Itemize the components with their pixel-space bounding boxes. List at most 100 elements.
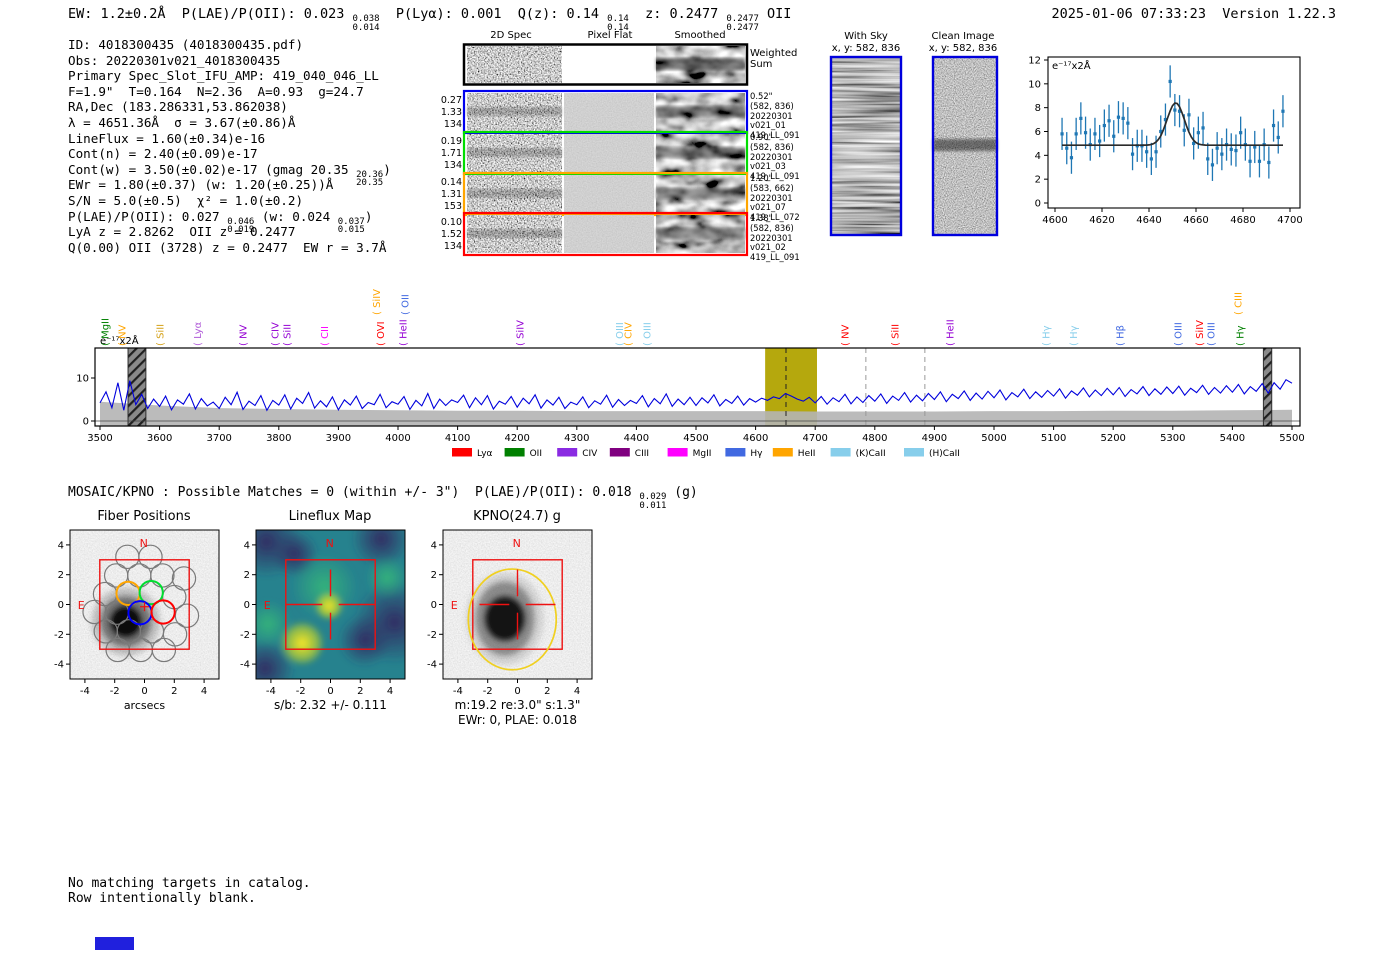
svg-text:m:19.2 re:3.0" s:1.3": m:19.2 re:3.0" s:1.3" (455, 698, 581, 712)
svg-text:4: 4 (387, 686, 393, 697)
info-line: RA,Dec (183.286331,53.862038) (68, 99, 288, 115)
svg-text:-2: -2 (240, 630, 250, 641)
svg-text:4700: 4700 (802, 433, 827, 444)
svg-text:HeII: HeII (798, 449, 816, 459)
kpno-image-plot: NE-4-4-2-2002244m:19.2 re:3.0" s:1.3"EWr… (427, 529, 593, 727)
svg-text:-2: -2 (110, 686, 120, 697)
lineflux-map-plot: NE-4-4-2-2002244s/b: 2.32 +/- 0.111 (240, 529, 406, 712)
svg-text:-2: -2 (54, 630, 64, 641)
svg-text:N: N (513, 537, 521, 550)
svg-text:10: 10 (1028, 79, 1041, 90)
svg-text:0: 0 (141, 686, 147, 697)
svg-text:0: 0 (83, 417, 89, 428)
svg-text:( OVI: ( OVI (376, 321, 387, 346)
info-line: EWr = 1.80(±0.37) (w: 1.20(±0.25))Å (68, 177, 334, 193)
svg-text:OII: OII (530, 449, 542, 459)
full-spectrum-plot: 3500 3600 3700 3800 3900 4000 4100 4200 4300 4400… (76, 289, 1304, 459)
svg-text:( NV: ( NV (239, 324, 250, 346)
svg-text:0: 0 (1035, 199, 1041, 210)
svg-text:3900: 3900 (326, 433, 351, 444)
svg-text:arcsecs: arcsecs (124, 699, 166, 712)
info-line: P(LAE)/P(OII): 0.027 0.046 0.019 (w: 0.02… (68, 208, 373, 236)
stacked-uncertainty: 0.037 0.015 (337, 216, 365, 236)
svg-text:4: 4 (574, 686, 580, 697)
footer-blue-bar (95, 937, 134, 950)
cutout-row-left-stats: 0.10 1.52 134 (440, 217, 462, 252)
svg-text:( Hγ: ( Hγ (1069, 325, 1080, 346)
svg-text:-4: -4 (266, 686, 276, 697)
svg-text:0: 0 (244, 600, 250, 611)
svg-text:2: 2 (357, 686, 363, 697)
timestamp-version: 2025-01-06 07:33:23 Version 1.22.3 (1051, 6, 1336, 22)
info-line: ID: 4018300435 (4018300435.pdf) (68, 37, 304, 52)
svg-text:4900: 4900 (922, 433, 947, 444)
svg-text:2: 2 (544, 686, 550, 697)
info-line: λ = 4651.36Å σ = 3.67(±0.86)Å (68, 114, 296, 130)
svg-text:0: 0 (58, 600, 64, 611)
svg-text:3700: 3700 (206, 433, 231, 444)
info-line: Q(0.00) OII (3728) z = 0.2477 EW r = 3.7… (68, 239, 387, 255)
svg-text:4600: 4600 (1042, 215, 1067, 226)
svg-text:6: 6 (1035, 127, 1041, 138)
svg-text:3500: 3500 (87, 433, 112, 444)
svg-text:(H)CaII: (H)CaII (929, 449, 960, 459)
svg-text:12: 12 (1028, 55, 1041, 66)
svg-text:5100: 5100 (1041, 433, 1066, 444)
footer-line-1: No matching targets in catalog. (68, 876, 311, 891)
svg-text:5200: 5200 (1100, 433, 1125, 444)
fiber-positions-plot: N E -4 -4 -2 -2 0 0 2 2 4 4 arcsecs (54, 529, 220, 712)
svg-text:4600: 4600 (743, 433, 768, 444)
svg-text:4300: 4300 (564, 433, 589, 444)
svg-text:( HeII: ( HeII (398, 319, 409, 346)
svg-text:4: 4 (58, 540, 64, 551)
info-line: Cont(n) = 2.40(±0.09)e-17 (68, 146, 258, 162)
svg-text:5000: 5000 (981, 433, 1006, 444)
svg-text:Hγ: Hγ (750, 449, 763, 459)
zoom-spectrum-plot: 4600 4620 4640 4660 4680 4700 0 2 4 6 8 10 12 e⁻¹⁷x2Å (1028, 55, 1302, 226)
svg-text:4620: 4620 (1089, 215, 1114, 226)
svg-text:( NV: ( NV (118, 324, 129, 346)
svg-text:( SiIV: ( SiIV (372, 289, 383, 315)
info-line: Primary Spec_Slot_IFU_AMP: 419_040_046_L… (68, 68, 379, 84)
svg-text:( Hγ: ( Hγ (1041, 325, 1052, 346)
svg-text:( Hβ: ( Hβ (1115, 325, 1126, 346)
svg-text:( CIII: ( CIII (1233, 292, 1244, 315)
svg-text:EWr: 0, PLAE: 0.018: EWr: 0, PLAE: 0.018 (458, 713, 577, 727)
weighted-sum-label: Weighted Sum (750, 48, 798, 70)
info-line: Cont(w) = 3.50(±0.02)e-17 (gmag 20.35 20… (68, 161, 391, 189)
svg-text:E: E (264, 599, 271, 612)
with-sky-title: With Sky (844, 31, 888, 42)
stacked-uncertainty: 0.038 0.014 (352, 14, 380, 33)
cutout-row-right-meta: 1.38" (582, 836) 20220301 v021_02 419_LL_091 (750, 213, 800, 263)
svg-text:-4: -4 (453, 686, 463, 697)
svg-text:-2: -2 (296, 686, 306, 697)
elixer-report-page: EW: 1.2±0.2Å P(LAE)/P(OII): 0.023 0.038 0… (0, 0, 1400, 953)
svg-text:N: N (326, 537, 334, 550)
svg-text:( CIV: ( CIV (271, 322, 282, 346)
svg-text:( SiIV: ( SiIV (516, 320, 527, 346)
svg-text:4: 4 (201, 686, 207, 697)
svg-text:0: 0 (514, 686, 520, 697)
svg-text:E: E (451, 599, 458, 612)
svg-text:( SiII: ( SiII (891, 324, 902, 346)
svg-text:E: E (78, 599, 85, 612)
svg-text:4800: 4800 (862, 433, 887, 444)
svg-text:4660: 4660 (1183, 215, 1208, 226)
cutout-row-left-stats: 0.14 1.31 153 (440, 177, 462, 212)
svg-text:5400: 5400 (1220, 433, 1245, 444)
svg-text:4: 4 (431, 540, 437, 551)
svg-text:3600: 3600 (147, 433, 172, 444)
svg-text:4640: 4640 (1136, 215, 1161, 226)
svg-text:4: 4 (1035, 151, 1041, 162)
svg-text:( OII: ( OII (401, 294, 412, 315)
svg-text:s/b: 2.32 +/- 0.111: s/b: 2.32 +/- 0.111 (274, 698, 387, 712)
svg-text:5500: 5500 (1279, 433, 1304, 444)
info-line: LineFlux = 1.60(±0.34)e-16 (68, 130, 266, 146)
clean-image (931, 55, 999, 237)
info-line: S/N = 5.0(±0.5) χ² = 1.0(±0.2) (68, 192, 304, 208)
svg-text:2: 2 (171, 686, 177, 697)
detection-info-block: ID: 4018300435 (4018300435.pdf) Obs: 2022… (68, 37, 391, 255)
svg-text:8: 8 (1035, 103, 1041, 114)
svg-text:Lyα: Lyα (477, 449, 493, 459)
svg-text:( OIII: ( OIII (643, 322, 654, 346)
